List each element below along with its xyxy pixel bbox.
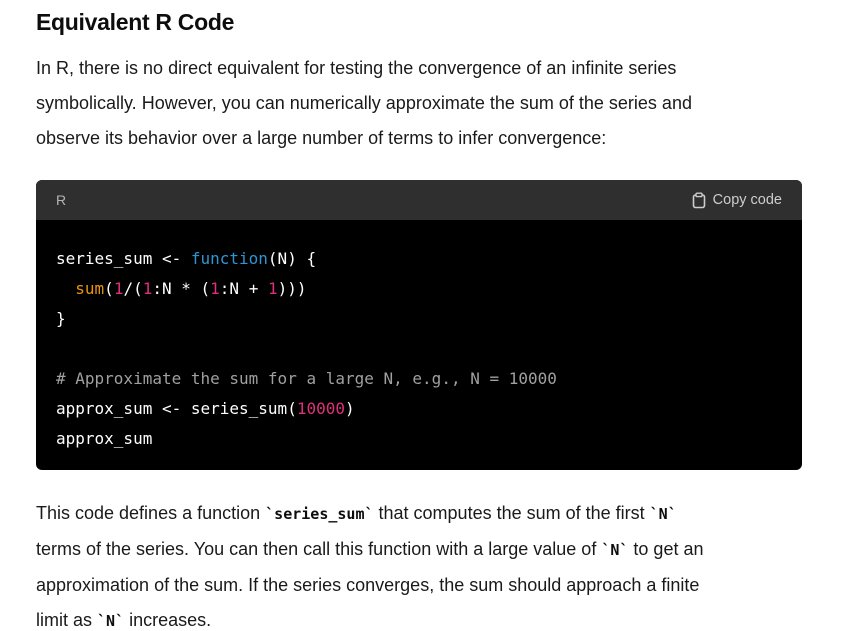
outro-line: This code defines a function `series_sum… [36,503,677,523]
outro-line: approximation of the sum. If the series … [36,575,700,595]
intro-line: In R, there is no direct equivalent for … [36,58,677,78]
code-content: series_sum <- function(N) { sum(1/(1:N *… [36,220,802,454]
intro-line: symbolically. However, you can numerical… [36,93,692,113]
outro-line: limit as `N` increases. [36,610,212,630]
inline-code: `N` [97,612,125,630]
inline-code: `N` [649,505,677,523]
intro-line: observe its behavior over a large number… [36,128,607,148]
inline-code: `N` [601,541,629,559]
clipboard-icon [691,192,707,209]
code-comment-line: # Approximate the sum for a large N, e.g… [56,369,557,388]
code-language-label: R [56,192,67,208]
code-line: approx_sum [56,429,153,448]
code-line: approx_sum <- series_sum(10000) [56,399,355,418]
code-block-header: R Copy code [36,180,802,220]
copy-code-button[interactable]: Copy code [691,192,782,209]
code-block: R Copy code series_sum <- function(N) { … [36,180,802,470]
outro-paragraph: This code defines a function `series_sum… [36,496,816,631]
code-line: } [56,309,66,328]
intro-paragraph: In R, there is no direct equivalent for … [36,51,816,156]
code-line: sum(1/(1:N * (1:N + 1))) [75,279,307,298]
copy-code-label: Copy code [712,192,782,208]
outro-line: terms of the series. You can then call t… [36,539,704,559]
section-heading: Equivalent R Code [36,9,235,35]
code-line: series_sum <- function(N) { [56,249,317,268]
inline-code: `series_sum` [265,505,374,523]
